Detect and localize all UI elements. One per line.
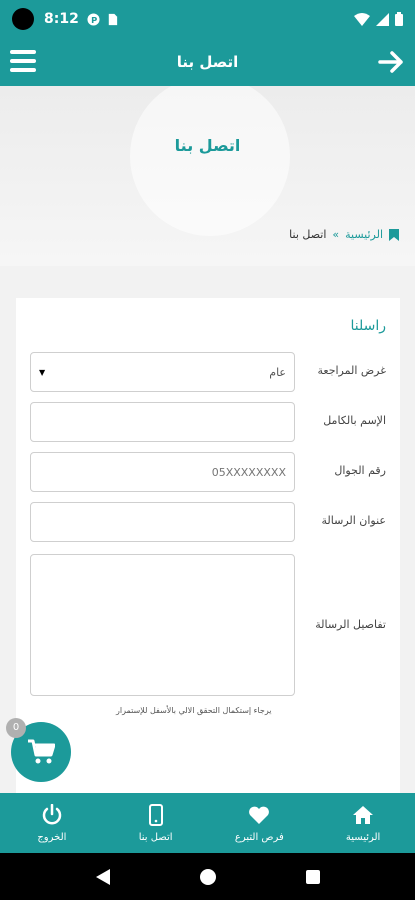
nav-label-logout: الخروج <box>37 831 67 843</box>
system-back-button[interactable] <box>91 865 115 889</box>
cart-count-badge: 0 <box>6 718 26 738</box>
heart-icon <box>249 806 270 824</box>
hero-title: اتصل بنا <box>174 136 241 155</box>
sim-card-icon <box>108 13 117 25</box>
square-recents-icon <box>305 869 320 884</box>
purpose-selected-value: عام <box>269 365 286 379</box>
nav-item-logout[interactable]: الخروج <box>0 793 104 853</box>
page-title: اتصل بنا <box>176 53 239 71</box>
hero-decoration <box>130 86 290 236</box>
system-home-button[interactable] <box>196 865 220 889</box>
signal-icon <box>376 12 389 26</box>
nav-label-donation: فرص التبرع <box>234 831 284 843</box>
nav-label-home: الرئيسية <box>345 831 381 843</box>
phone-icon <box>148 803 163 826</box>
phone-label: رقم الجوال <box>334 464 386 477</box>
breadcrumb-current: اتصل بنا <box>289 228 327 241</box>
breadcrumb-separator: » <box>332 228 340 241</box>
bookmark-icon <box>389 228 399 241</box>
details-row: تفاصيل الرسالة <box>30 554 386 696</box>
subject-input[interactable] <box>30 502 295 542</box>
circle-home-icon <box>199 868 216 885</box>
purpose-select[interactable]: عام ▼ <box>30 352 295 392</box>
bottom-nav: الخروج اتصل بنا فرص التبرع الرئيسية <box>0 793 415 853</box>
status-bar: 8:12 P <box>0 0 415 38</box>
cart-icon <box>28 739 55 764</box>
svg-text:P: P <box>91 14 97 24</box>
purpose-row: عام ▼ غرض المراجعة <box>30 352 386 392</box>
power-icon <box>42 803 62 824</box>
hero-banner: اتصل بنا الرئيسية » اتصل بنا <box>0 86 415 266</box>
wifi-icon <box>354 12 370 26</box>
dropdown-arrow-icon: ▼ <box>39 367 46 377</box>
system-recents-button[interactable] <box>301 865 325 889</box>
form-title: راسلنا <box>350 318 386 334</box>
nav-label-contact: اتصل بنا <box>138 831 173 843</box>
full-name-input[interactable] <box>30 402 295 442</box>
status-time: 8:12 <box>44 11 79 27</box>
message-details-label: تفاصيل الرسالة <box>315 618 386 631</box>
subject-label: عنوان الرسالة <box>321 514 387 527</box>
name-row: الإسم بالكامل <box>30 402 386 442</box>
battery-icon <box>395 12 403 26</box>
subject-row: عنوان الرسالة <box>30 502 386 542</box>
full-name-label: الإسم بالكامل <box>323 414 386 427</box>
home-icon <box>353 805 374 824</box>
triangle-back-icon <box>95 868 110 885</box>
message-details-textarea[interactable] <box>30 554 295 696</box>
nav-item-home[interactable]: الرئيسية <box>311 793 415 853</box>
contact-form-card: راسلنا عام ▼ غرض المراجعة الإسم بالكامل … <box>16 298 400 798</box>
nav-item-contact[interactable]: اتصل بنا <box>104 793 208 853</box>
phone-input[interactable] <box>30 452 295 492</box>
camera-cutout <box>12 8 34 30</box>
app-bar: اتصل بنا <box>0 38 415 86</box>
captcha-hint: يرجاء إستكمال التحقق الالي بالأسفل للإست… <box>116 706 272 715</box>
back-arrow-icon[interactable] <box>377 48 405 76</box>
phone-row: رقم الجوال <box>30 452 386 492</box>
system-nav-bar <box>0 853 415 900</box>
purpose-label: غرض المراجعة <box>317 364 386 377</box>
notification-icon: P <box>87 12 100 26</box>
breadcrumb-home-link[interactable]: الرئيسية <box>345 228 383 241</box>
breadcrumb: الرئيسية » اتصل بنا <box>289 228 399 241</box>
nav-item-donation[interactable]: فرص التبرع <box>208 793 312 853</box>
